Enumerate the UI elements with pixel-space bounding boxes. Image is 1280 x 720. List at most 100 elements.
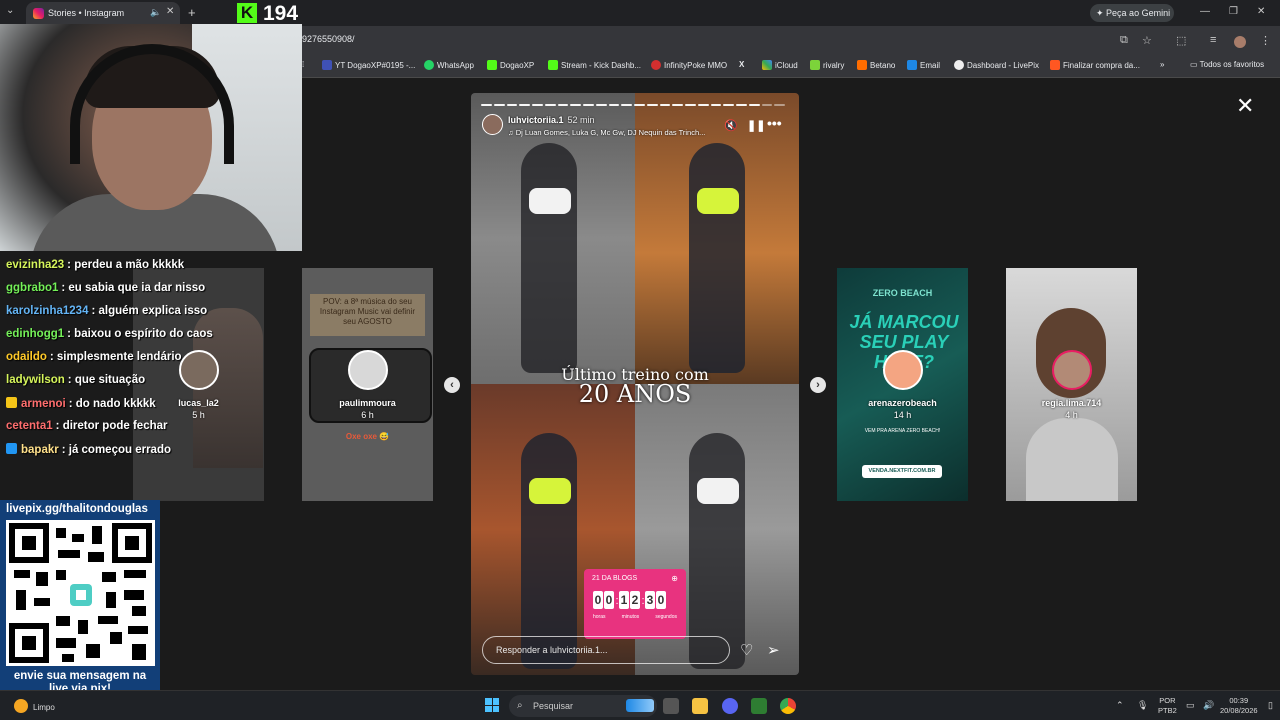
story-username: luhvictoriia.1 [508, 115, 564, 125]
bookmark-betano[interactable]: Betano [857, 60, 895, 70]
close-tab-icon[interactable]: ✕ [166, 6, 174, 17]
qr-code-graphic [9, 523, 152, 663]
countdown-digit: 0 [593, 591, 603, 609]
progress-segment [774, 104, 785, 106]
bookmark-kick-dashboard[interactable]: Stream - Kick Dashb... [548, 60, 641, 70]
person-silhouette [689, 433, 745, 669]
meet-now-icon[interactable]: 🎙 [1137, 700, 1148, 710]
search-highlight-icon[interactable] [626, 699, 654, 712]
bookmark-overflow-left[interactable]: ⁞ [302, 60, 304, 69]
address-bar[interactable]: 9276550908/ [302, 34, 355, 44]
chat-text: : eu sabia que ia dar nisso [61, 282, 206, 294]
bookmark-livepix[interactable]: Dashboard - LivePix [954, 60, 1039, 70]
bookmark-icloud[interactable]: iCloud [762, 60, 798, 70]
clock[interactable]: 00:39 20/08/2026 [1220, 696, 1258, 716]
bookmark-label: Betano [870, 61, 896, 70]
livepix-url: livepix.gg/thalitondouglas [6, 503, 148, 515]
card-username: arenazerobeach [868, 398, 937, 408]
tab-search-chevron-icon[interactable]: ⌄ [6, 5, 14, 16]
chat-badge-icon [6, 443, 17, 454]
person-top [529, 188, 571, 214]
discord-icon[interactable] [722, 698, 738, 714]
close-story-icon[interactable]: ✕ [1236, 93, 1254, 119]
bookmarks-overflow-icon[interactable]: » [1160, 60, 1164, 69]
language-indicator[interactable]: POR PTB2 [1158, 696, 1177, 716]
countdown-digits: 00:12:30 [593, 591, 667, 609]
story-author-avatar[interactable] [482, 114, 503, 135]
bookmark-email[interactable]: Email [907, 60, 940, 70]
story-card-arenazerobeach[interactable]: ZERO BEACH JÁ MARCOU SEU PLAY HOJE? aren… [837, 268, 968, 501]
story-card-lucas[interactable]: lucas_la2 5 h [133, 268, 264, 501]
like-heart-icon[interactable]: ♡ [740, 641, 753, 659]
chat-text: : baixou o espírito do caos [67, 328, 213, 340]
person-top [697, 188, 739, 214]
countdown-sticker[interactable]: 21 DA BLOGS ⊕ 00:12:30 horas minutos seg… [584, 569, 686, 639]
all-bookmarks[interactable]: ▭ Todos os favoritos [1190, 60, 1264, 69]
qr-code [6, 520, 155, 666]
extensions-icon[interactable]: ⬚ [1176, 34, 1186, 47]
kick-icon [487, 60, 497, 70]
progress-segment [506, 104, 518, 106]
bookmark-whatsapp[interactable]: WhatsApp [424, 60, 474, 70]
arenazerobeach-avatar [883, 350, 923, 390]
story-headline-large: 20 ANOS [578, 380, 692, 408]
bookmark-dogaoxp[interactable]: DogaoXP [487, 60, 534, 70]
progress-segment [570, 104, 581, 106]
media-icon[interactable]: ≡ [1210, 34, 1216, 46]
bookmark-label: InfinityPoke MMO [664, 61, 728, 70]
shop-icon [1050, 60, 1060, 70]
countdown-label: segundos [655, 614, 677, 620]
reply-input[interactable]: Responder a luhvictoriia.1... [482, 636, 730, 664]
bookmark-x[interactable]: X [739, 60, 744, 69]
kick-app-icon[interactable] [751, 698, 767, 714]
story-author[interactable]: luhvictoriia.1 52 min [508, 115, 595, 125]
bookmark-infinitypoke[interactable]: InfinityPoke MMO [651, 60, 727, 70]
more-options-icon[interactable]: ••• [767, 115, 782, 131]
chat-badge-icon [6, 397, 17, 408]
pause-icon[interactable]: ❚❚ [747, 119, 765, 132]
webcam-feed [0, 24, 302, 251]
keyboard-layout: PTB2 [1158, 706, 1177, 715]
close-window-icon[interactable]: ✕ [1257, 6, 1265, 17]
previous-story-button[interactable]: ‹ [444, 377, 460, 393]
star-bookmark-icon[interactable]: ☆ [1142, 34, 1152, 47]
menu-kebab-icon[interactable]: ⋮ [1260, 34, 1271, 47]
ask-gemini-button[interactable]: ✦ Peça ao Gemini [1090, 4, 1174, 22]
windows-start-icon[interactable] [485, 698, 499, 712]
next-story-button[interactable]: › [810, 377, 826, 393]
progress-segment [544, 104, 556, 106]
progress-segment [736, 104, 747, 106]
countdown-digit: 3 [645, 591, 655, 609]
weather-sun-icon[interactable] [14, 699, 28, 713]
bookmark-finalizar[interactable]: Finalizar compra da... [1050, 60, 1140, 70]
countdown-reminder-icon[interactable]: ⊕ [671, 574, 678, 583]
maximize-icon[interactable]: ❐ [1229, 6, 1238, 17]
all-bookmarks-label: Todos os favoritos [1199, 60, 1265, 69]
tab-instagram-stories[interactable]: Stories • Instagram 🔈 ✕ [26, 2, 180, 26]
bookmark-rivalry[interactable]: rivalry [810, 60, 844, 70]
story-music[interactable]: ♫ Dj Luan Gomes, Luka G, Mc Gw, DJ Nequi… [508, 128, 718, 137]
volume-icon[interactable]: 🔊 [1203, 700, 1214, 710]
minimize-icon[interactable]: — [1200, 6, 1210, 17]
chrome-icon[interactable] [780, 698, 796, 714]
mute-icon[interactable]: 🔇 [724, 119, 738, 132]
network-icon[interactable]: ▭ [1186, 700, 1195, 710]
cast-icon[interactable]: ⧉ [1120, 34, 1128, 47]
chat-text: : já começou errado [61, 444, 172, 456]
story-viewer[interactable]: luhvictoriia.1 52 min ♫ Dj Luan Gomes, Lu… [471, 93, 799, 675]
progress-segment [608, 104, 620, 106]
bookmark-yt[interactable]: YT DogaoXP#0195 -... [322, 60, 415, 70]
weather-label[interactable]: Limpo [33, 703, 55, 712]
chat-user: cetenta1 [6, 420, 53, 432]
share-send-icon[interactable]: ➢ [767, 641, 780, 659]
task-view-icon[interactable] [663, 698, 679, 714]
file-explorer-icon[interactable] [692, 698, 708, 714]
new-tab-button[interactable]: + [188, 5, 196, 20]
notification-icon[interactable]: ▯ [1268, 700, 1273, 710]
speaker-mute-icon[interactable]: 🔈 [150, 7, 161, 18]
chat-text: : que situação [67, 374, 146, 386]
card-subtext: VEM PRA ARENA ZERO BEACH! [864, 428, 941, 434]
profile-avatar[interactable] [1234, 36, 1246, 48]
tray-chevron-icon[interactable]: ⌃ [1116, 700, 1124, 710]
story-card-paulimmoura[interactable]: POV: a 8ª música do seu Instagram Music … [302, 268, 433, 501]
